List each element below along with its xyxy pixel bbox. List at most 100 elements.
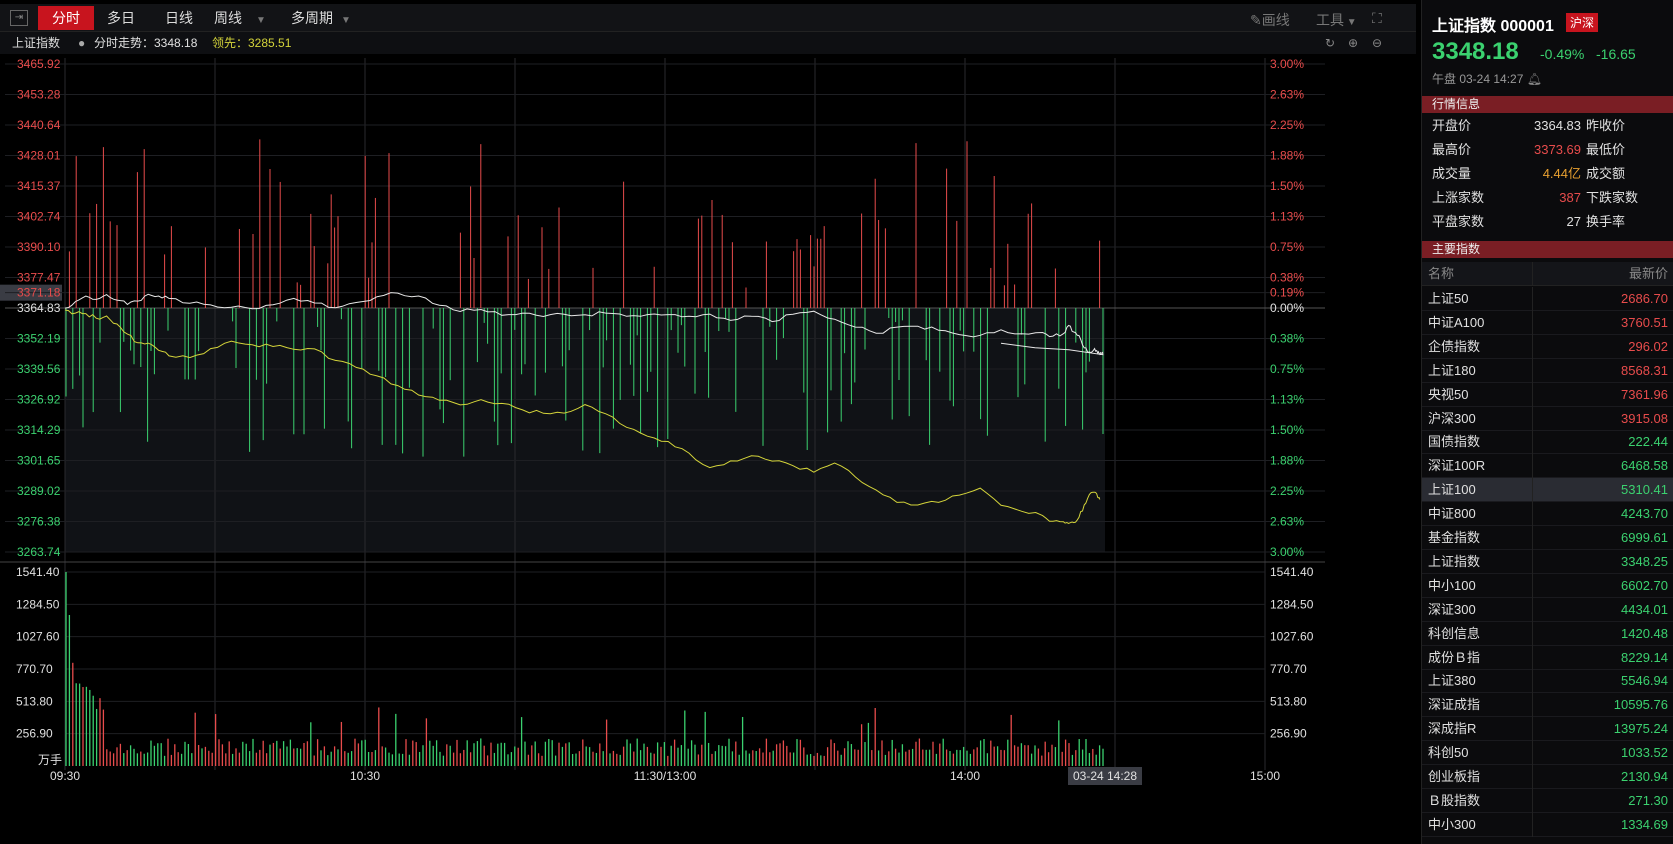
index-row[interactable]: 上证50 2686.70 [1422, 287, 1673, 311]
index-price: 8568.31 [1621, 362, 1668, 378]
percent-tick-label: 2.25% [1270, 118, 1304, 132]
index-row[interactable]: 企债指数 296.02 [1422, 334, 1673, 359]
draw-line-button[interactable]: ✎画线 [1250, 10, 1290, 30]
index-name: 深证成指 [1428, 697, 1481, 713]
info-label: 平盘家数 [1432, 214, 1485, 229]
volume-tick-label: 1541.40 [1270, 565, 1314, 579]
percent-tick-label: 2.63% [1270, 514, 1304, 528]
index-price: 6602.70 [1621, 577, 1668, 593]
tab-multi-period[interactable]: 多周期 ▼ [284, 6, 358, 30]
index-price: 1033.52 [1621, 745, 1668, 761]
index-price: 5310.41 [1621, 482, 1668, 498]
col-price-header[interactable]: 最新价 [1629, 262, 1668, 286]
info-row: 最高价 3373.69 最低价 [1422, 138, 1673, 162]
index-row[interactable]: 深证300 4434.01 [1422, 597, 1673, 622]
index-row[interactable]: 科创信息 1420.48 [1422, 621, 1673, 646]
index-price: 6999.61 [1621, 530, 1668, 545]
time-tick-label: 10:30 [350, 769, 380, 783]
tools-button[interactable]: 工具 ▼ [1316, 10, 1357, 30]
index-name: 央视50 [1428, 386, 1469, 402]
index-price: 271.30 [1628, 792, 1668, 808]
collapse-icon[interactable]: ⇥ [10, 10, 28, 26]
index-row[interactable]: 深成指R 13975.24 [1422, 717, 1673, 742]
percent-tick-label: 1.13% [1270, 393, 1304, 407]
intraday-chart[interactable]: 3465.92 3.00% 3453.28 2.63% 3440.64 2.25% 3428… [0, 54, 1416, 844]
info-label: 换手率 [1586, 214, 1626, 229]
tab-weekly[interactable]: 周线 ▼ [210, 6, 270, 30]
index-row[interactable]: 中证A100 3760.51 [1422, 310, 1673, 335]
index-price: 6468.58 [1621, 458, 1668, 474]
index-row[interactable]: 成份Ｂ指 8229.14 [1422, 645, 1673, 670]
index-price: 4243.70 [1621, 506, 1668, 522]
volume-tick-label: 1284.50 [1270, 597, 1314, 611]
index-row[interactable]: 上证380 5546.94 [1422, 669, 1673, 694]
index-price: 13975.24 [1613, 721, 1668, 737]
index-row[interactable]: 上证180 8568.31 [1422, 358, 1673, 383]
zoom-in-icon[interactable]: ⊕ [1348, 32, 1358, 54]
price-tick-label: 3402.74 [17, 209, 61, 223]
quote-panel: 上证指数 000001 沪深 3348.18 -0.49% -16.65 午盘 … [1421, 0, 1673, 844]
index-row[interactable]: 上证100 5310.41 [1422, 478, 1673, 503]
percent-tick-label: 0.38% [1270, 332, 1304, 346]
tab-intraday[interactable]: 分时 [38, 6, 94, 30]
refresh-icon[interactable]: ↻ [1325, 32, 1335, 54]
percent-tick-label: 1.88% [1270, 149, 1304, 163]
index-name: 中证800 [1428, 506, 1476, 522]
index-row[interactable]: 央视50 7361.96 [1422, 382, 1673, 407]
dropdown-circle-icon[interactable]: ● [78, 32, 85, 54]
bell-icon[interactable]: 🔔︎ [1527, 72, 1542, 86]
volume-tick-label: 513.80 [16, 694, 53, 708]
tab-daily[interactable]: 日线 [156, 6, 202, 30]
percent-tick-label: 2.25% [1270, 484, 1304, 498]
index-row[interactable]: 国债指数 222.44 [1422, 430, 1673, 455]
index-name: Ｂ股指数 [1428, 792, 1481, 808]
index-row[interactable]: Ｂ股指数 271.30 [1422, 788, 1673, 813]
info-label: 最低价 [1586, 142, 1626, 157]
chevron-down-icon: ▼ [1344, 17, 1357, 28]
index-row[interactable]: 中小300 1334.69 [1422, 812, 1673, 837]
trend-label: 分时走势：3348.18 [94, 36, 198, 50]
zoom-out-icon[interactable]: ⊖ [1372, 32, 1382, 54]
chart-subheader: 上证指数 ● 分时走势：3348.18 领先：3285.51 ↻ ⊕ ⊖ [0, 32, 1416, 54]
index-name: 科创信息 [1428, 625, 1481, 641]
chevron-down-icon: ▼ [341, 15, 351, 26]
index-row[interactable]: 深证100R 6468.58 [1422, 454, 1673, 479]
market-badge: 沪深 [1566, 13, 1599, 32]
index-row[interactable]: 中小100 6602.70 [1422, 573, 1673, 598]
index-name: 中小100 [1428, 577, 1476, 593]
volume-tick-label: 256.90 [16, 727, 53, 741]
price-tick-label: 3364.83 [17, 301, 61, 315]
info-row: 成交量 4.44亿 成交额 [1422, 162, 1673, 186]
index-name: 基金指数 [1428, 530, 1481, 545]
price-tick-label: 3390.10 [17, 240, 61, 254]
percent-tick-label: 1.88% [1270, 453, 1304, 467]
info-value: 4.44亿 [1542, 166, 1581, 181]
index-row[interactable]: 创业板指 2130.94 [1422, 765, 1673, 789]
fullscreen-icon[interactable]: ⛶ [1372, 10, 1382, 27]
quote-change: -16.65 [1596, 46, 1636, 62]
lead-label: 领先：3285.51 [212, 36, 292, 50]
percent-tick-label: 1.50% [1270, 423, 1304, 437]
quote-price: 3348.18 [1432, 38, 1519, 65]
index-row[interactable]: 深证成指 10595.76 [1422, 693, 1673, 718]
price-tick-label: 3339.56 [17, 362, 61, 376]
index-row[interactable]: 中证800 4243.70 [1422, 502, 1673, 527]
index-name: 深证100R [1428, 458, 1486, 474]
index-name: 科创50 [1428, 745, 1469, 761]
volume-tick-label: 1027.60 [1270, 630, 1314, 644]
index-price: 3348.25 [1621, 553, 1668, 569]
quote-time: 午盘 03-24 14:27 🔔︎ [1432, 72, 1542, 86]
col-name-header[interactable]: 名称 [1428, 262, 1454, 286]
volume-tick-label: 1027.60 [16, 630, 60, 644]
percent-tick-label: 3.00% [1270, 57, 1304, 71]
tab-multiday[interactable]: 多日 [98, 6, 144, 30]
index-name: 上证380 [1428, 673, 1476, 689]
index-row[interactable]: 上证指数 3348.25 [1422, 549, 1673, 574]
info-label: 成交额 [1586, 166, 1626, 181]
index-name: 上证180 [1428, 362, 1476, 378]
index-row[interactable]: 科创50 1033.52 [1422, 741, 1673, 766]
time-tick-label: 14:00 [950, 769, 980, 783]
index-price: 8229.14 [1621, 649, 1668, 665]
index-row[interactable]: 基金指数 6999.61 [1422, 526, 1673, 550]
index-row[interactable]: 沪深300 3915.08 [1422, 406, 1673, 431]
